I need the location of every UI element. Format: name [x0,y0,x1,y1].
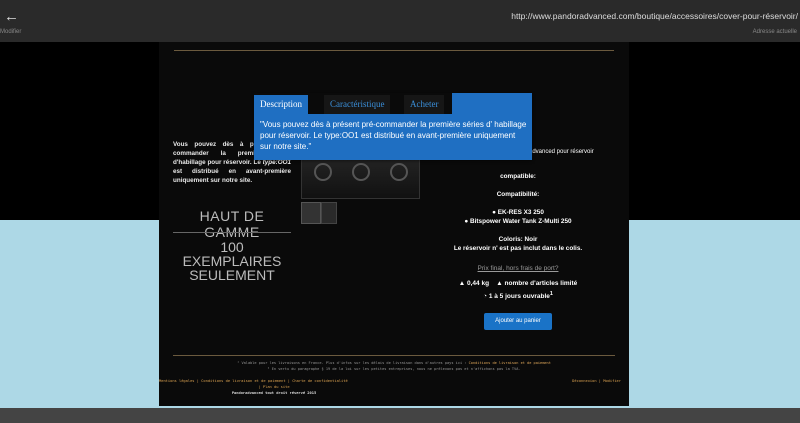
product-thumbnail[interactable] [301,202,321,224]
product-thumbnail[interactable] [321,202,337,224]
compat-item: ● EK-RES X3 250 [492,209,544,216]
tab-bar: Description Caractéristique Acheter [254,93,452,114]
price-info-link[interactable]: Prix final, hors frais de port? [428,265,608,272]
footnote-vat: ² En vertu du paragraphe § 19 de la loi … [267,367,521,371]
copyright: Pandoradvanced tout droit réservé 2015 [231,391,317,395]
fan-icon [390,163,408,181]
add-to-cart-button[interactable]: Ajouter au panier [484,313,552,330]
back-arrow-icon[interactable]: ← [4,9,19,24]
product-tabs-popup: Description Caractéristique Acheter "Vou… [254,93,532,160]
compat-item: ● Bitspower Water Tank Z-Multi 250 [464,218,572,225]
tab-buy[interactable]: Acheter [404,95,445,114]
footer-divider [173,355,615,356]
top-divider [174,50,614,51]
footer-links[interactable]: Mentions légales | Conditions de livrais… [159,379,348,383]
warning-icon: ▲ [496,280,503,287]
back-label: Modifier [0,29,22,35]
colors-label: Coloris: Noir [498,236,538,243]
package-note: Le réservoir n' est pas inclut dans le c… [453,245,583,252]
high-end-heading: HAUT DE GAMME [199,208,265,240]
footnote-shipping: ¹ Valable pour les livraisons en France.… [237,361,551,365]
address-label: Adresse actuelle [752,29,797,35]
fan-icon [314,163,332,181]
tab-description[interactable]: Description [254,95,308,114]
popup-description-text: "Vous pouvez dès à présent pré-commander… [260,120,527,151]
browser-toolbar: ← Modifier http://www.pandoradvanced.com… [0,0,800,42]
compatible-label: compatible: [500,173,536,180]
shipping-conditions-link[interactable]: Conditions de livraison et de paiement [469,361,551,365]
weight-icon: ▲ [458,280,466,287]
footer-account-links[interactable]: Déconnexion | Modifier [572,379,621,383]
product-details: compatible: Compatibilité: ● EK-RES X3 2… [428,172,608,253]
delivery-time: ◔ 1 à 5 jours ouvrable1 [483,291,553,301]
limited-edition-heading: 100 EXEMPLAIRES SEULEMENT [182,239,282,283]
url-bar[interactable]: http://www.pandoradvanced.com/boutique/a… [511,11,798,21]
weight-value: 0,44 kg [467,280,490,287]
product-description-fragment: radvanced pour réservoir [527,149,594,155]
product-type-name: type:OO1 [262,159,291,166]
compat-title: Compatibilité: [496,191,540,198]
limit-label: nombre d'articles limité [504,280,578,287]
fan-icon [352,163,370,181]
product-info-row: ▲ 0,44 kg ▲ nombre d'articles limité [428,280,608,287]
clock-icon: ◔ [483,293,488,301]
tab-characteristics[interactable]: Caractéristique [324,95,391,114]
heading-divider [173,232,291,233]
sitemap-link[interactable]: | Plan du site [159,385,389,389]
bottom-bar [0,408,800,423]
